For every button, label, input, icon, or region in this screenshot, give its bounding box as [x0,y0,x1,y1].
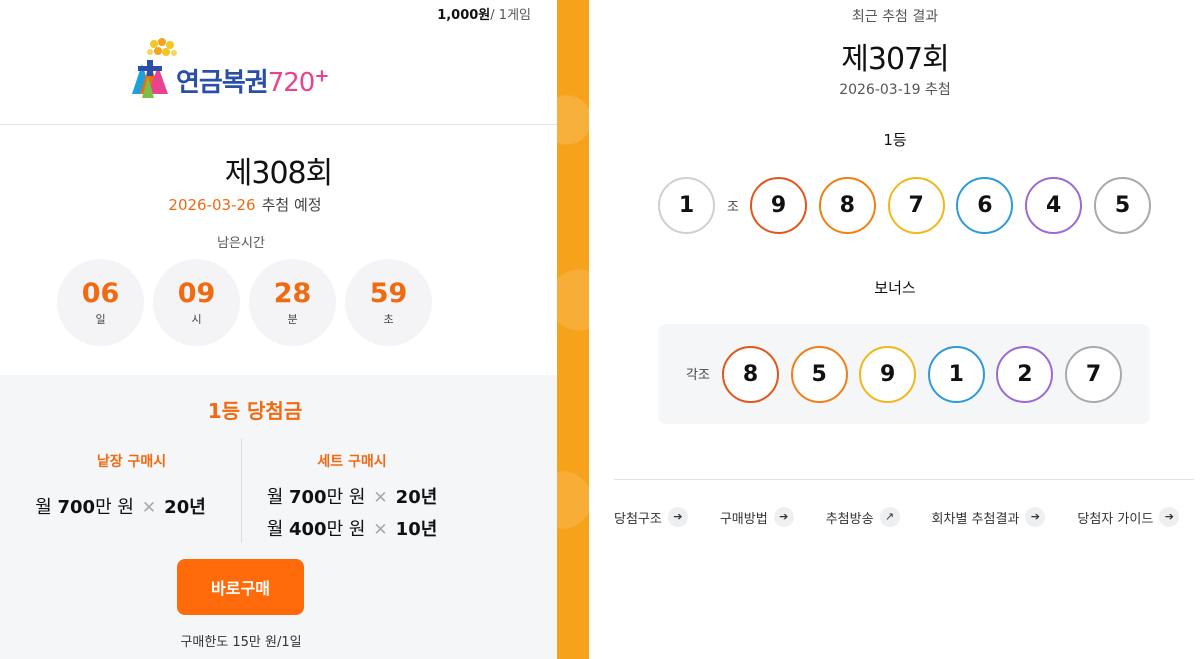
buy-now-button[interactable]: 바로구매 [177,559,304,615]
single-purchase-column: 낱장 구매시 월 700만 원 ✕ 20년 [0,439,241,519]
single-prize-row: 월 700만 원 ✕ 20년 [35,497,206,518]
recent-round-title: 제307회 [841,42,949,77]
logo-text: 연금복권720+ [176,65,329,98]
each-group-label: 각조 [686,368,710,383]
countdown-hours: 09 시 [153,259,240,346]
group-number-ball: 1 [658,177,715,234]
upcoming-draw-date: 2026-03-26 추첨 예정 [168,196,322,214]
bonus-number-ball: 1 [927,346,985,403]
link-winner-guide[interactable]: 당첨자 가이드 ➔ [1077,507,1180,527]
first-prize-number-ball: 9 [750,177,807,234]
single-purchase-heading: 낱장 구매시 [96,454,167,470]
purchase-panel: 1,000원/ 1게임 연금복권720+ 제308회 2026-03-26 추첨 … [0,0,557,659]
countdown-seconds: 59 초 [345,259,432,346]
arrow-right-icon: ➔ [667,507,688,527]
arrow-right-icon: ➔ [773,507,794,527]
first-prize-number-ball: 7 [887,177,945,234]
group-unit-label: 조 [727,200,739,215]
lottery-logo-icon [132,38,177,98]
divider [614,479,1194,480]
bonus-number-ball: 5 [790,346,848,403]
bonus-number-ball: 2 [996,346,1054,403]
bonus-number-ball: 7 [1065,346,1122,403]
recent-results-subtitle: 최근 추첨 결과 [851,9,939,25]
link-prize-structure[interactable]: 당첨구조 ➔ [614,507,688,527]
upcoming-round-title: 제308회 [224,156,333,191]
link-how-to-buy[interactable]: 구매방법 ➔ [720,507,794,527]
pension-lottery-logo[interactable]: 연금복권720+ [128,36,368,100]
first-prize-box: 1등 당첨금 낱장 구매시 월 700만 원 ✕ 20년 세트 구매시 월 700만… [0,375,557,659]
set-prize-row: 월 400만 원 ✕ 10년 [266,519,438,540]
link-draw-broadcast[interactable]: 추첨방송 ↗ [826,507,900,527]
countdown-timer: 06 일 09 시 28 분 59 초 [57,259,432,346]
first-prize-number-ball: 5 [1094,177,1151,234]
divider [0,124,557,125]
price-per-game: 1,000원/ 1게임 [437,8,531,23]
bonus-number-ball: 8 [722,346,779,403]
set-prize-row: 월 700만 원 ✕ 20년 [266,487,438,508]
recent-draw-date: 2026-03-19 추첨 [839,82,951,98]
remaining-time-label: 남은시간 [217,236,265,251]
recent-results-panel: 최근 추첨 결과 제307회 2026-03-19 추첨 1등 1 조 9876… [589,0,1201,659]
set-purchase-column: 세트 구매시 월 700만 원 ✕ 20년 월 400만 원 ✕ 10년 [242,439,462,541]
arrow-right-icon: ➔ [1159,507,1180,527]
first-prize-number-ball: 8 [818,177,876,234]
bonus-number-ball: 9 [859,346,917,403]
countdown-days: 06 일 [57,259,144,346]
first-prize-number-ball: 6 [956,177,1014,234]
quick-links: 당첨구조 ➔ 구매방법 ➔ 추첨방송 ↗ 회차별 추첨결과 ➔ 당첨자 가이드 ➔ [614,507,1180,527]
purchase-limit-text: 구매한도 15만 원/1일 [180,635,302,650]
first-prize-number-ball: 4 [1025,177,1083,234]
set-purchase-heading: 세트 구매시 [317,454,387,470]
link-results-by-round[interactable]: 회차별 추첨결과 ➔ [932,507,1046,527]
arrow-up-right-icon: ↗ [879,507,900,527]
arrow-right-icon: ➔ [1025,507,1046,527]
bonus-numbers-box: 각조 859127 [658,324,1150,424]
bonus-label: 보너스 [874,279,916,297]
first-prize-label: 1등 [883,131,907,149]
decorative-strip [557,0,589,659]
countdown-minutes: 28 분 [249,259,336,346]
first-prize-title: 1등 당첨금 [207,399,303,423]
